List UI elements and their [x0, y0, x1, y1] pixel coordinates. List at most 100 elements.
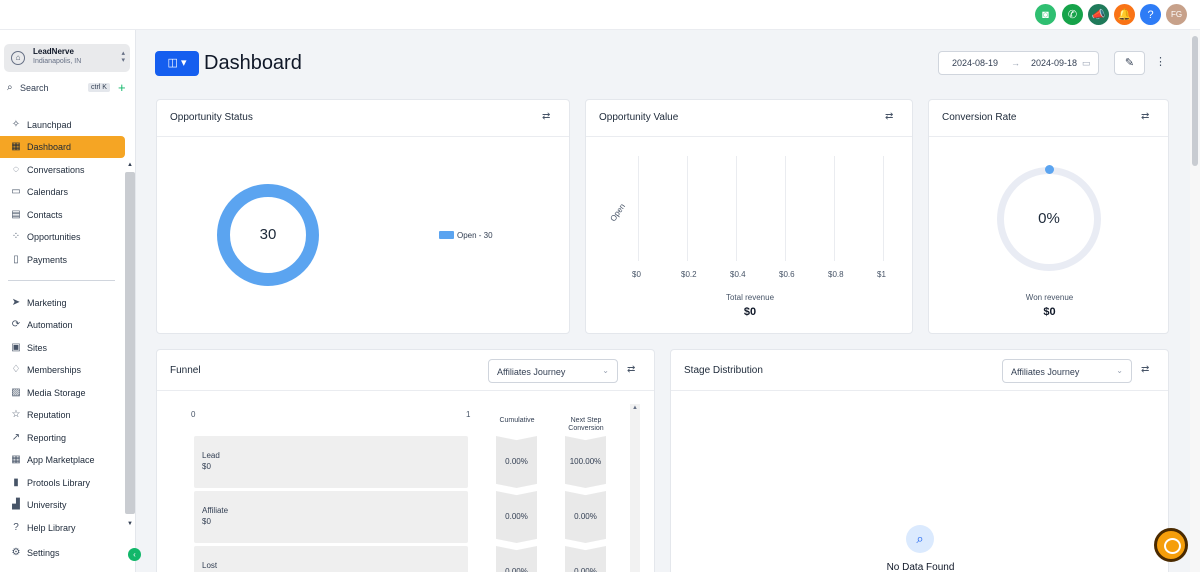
- sidebar-item-label: Contacts: [27, 210, 63, 220]
- column-next-step: Next Step Conversion: [568, 417, 604, 432]
- scroll-down-icon[interactable]: ▼: [127, 521, 133, 527]
- empty-state-text: No Data Found: [886, 562, 955, 572]
- rocket-icon: ✧: [11, 119, 21, 130]
- sidebar-item-help-library[interactable]: ? Help Library: [0, 517, 125, 539]
- sidebar-item-media-storage[interactable]: ▨ Media Storage: [0, 382, 125, 404]
- chevron-down-icon: ⌄: [602, 366, 609, 375]
- sidebar-item-label: Launchpad: [27, 120, 72, 130]
- sidebar-item-conversations[interactable]: ◌ Conversations: [0, 159, 125, 181]
- sidebar-item-protools-library[interactable]: ▮ Protools Library: [0, 472, 125, 494]
- footer-label: Won revenue: [1025, 293, 1074, 302]
- card-divider: [157, 390, 654, 391]
- gear-icon: ⚙: [11, 547, 21, 558]
- date-range-picker[interactable]: 2024-08-19 → 2024-09-18 ▭: [938, 51, 1099, 75]
- grid-icon: ▦: [11, 141, 21, 152]
- date-end: 2024-09-18: [1031, 58, 1078, 68]
- x-tick-label: $0.4: [730, 270, 746, 279]
- grid-line: [834, 156, 835, 261]
- sidebar-item-dashboard[interactable]: ▦ Dashboard: [0, 136, 125, 158]
- calendar-icon: ▭: [11, 186, 21, 197]
- sidebar-item-university[interactable]: ▟ University: [0, 494, 125, 516]
- quick-add-icon[interactable]: +: [118, 80, 126, 95]
- column-cumulative: Cumulative: [499, 417, 535, 424]
- more-options-icon[interactable]: ⋮: [1155, 55, 1166, 68]
- sidebar-item-app-marketplace[interactable]: ▦ App Marketplace: [0, 449, 125, 471]
- grid-line: [736, 156, 737, 261]
- stage-value: $0: [202, 462, 211, 471]
- sidebar-item-label: University: [27, 500, 67, 510]
- sidebar-item-label: Calendars: [27, 187, 69, 197]
- page-title: Dashboard: [204, 52, 302, 74]
- page-scrollbar[interactable]: [1190, 30, 1200, 572]
- scrollbar-thumb[interactable]: [1192, 36, 1198, 166]
- sidebar-item-label: Memberships: [27, 365, 82, 375]
- axis-min: 0: [191, 410, 196, 419]
- card-divider: [929, 136, 1168, 137]
- filter-icon[interactable]: ⇄: [1141, 111, 1149, 122]
- account-switcher[interactable]: ⌂ LeadNerve Indianapolis, IN ▴ ▾: [4, 44, 130, 72]
- sidebar-item-reputation[interactable]: ☆ Reputation: [0, 404, 125, 426]
- search-label: Search: [20, 83, 49, 93]
- filter-icon[interactable]: ⇄: [1141, 364, 1149, 375]
- membership-icon: ♢: [11, 364, 21, 375]
- sidebar-item-label: Dashboard: [27, 142, 72, 152]
- scroll-up-icon[interactable]: ▲: [632, 405, 638, 411]
- book-icon: ▮: [13, 477, 19, 488]
- sidebar-item-label: Reporting: [27, 433, 67, 443]
- calendar-icon: ▭: [1082, 58, 1091, 68]
- filter-icon[interactable]: ⇄: [885, 111, 893, 122]
- search-icon: ⌕: [7, 82, 13, 93]
- sidebar-item-label: App Marketplace: [27, 455, 95, 465]
- scroll-up-icon[interactable]: ▲: [127, 162, 133, 168]
- user-avatar[interactable]: FG: [1166, 4, 1187, 25]
- collapse-sidebar-icon[interactable]: ‹: [128, 548, 141, 561]
- dashboard-switcher-button[interactable]: ◫ ▾: [155, 51, 199, 76]
- sidebar-item-marketing[interactable]: ➤ Marketing: [0, 292, 125, 314]
- question-icon: ?: [13, 522, 19, 533]
- account-location: Indianapolis, IN: [33, 58, 82, 65]
- sidebar-search[interactable]: ⌕ Search ctrl K +: [4, 80, 130, 98]
- help-icon[interactable]: ?: [1140, 4, 1161, 25]
- sidebar-item-settings[interactable]: ⚙ Settings: [0, 542, 125, 564]
- edit-dashboard-button[interactable]: ✎: [1114, 51, 1145, 75]
- media-icon: ▨: [11, 387, 21, 398]
- bell-icon[interactable]: 🔔: [1114, 4, 1135, 25]
- sidebar-item-opportunities[interactable]: ⁘ Opportunities: [0, 226, 125, 248]
- sidebar-item-calendars[interactable]: ▭ Calendars: [0, 181, 125, 203]
- filter-icon[interactable]: ⇄: [542, 111, 550, 122]
- x-tick-label: $0.8: [828, 270, 844, 279]
- chevron-down-icon: ⌄: [1116, 366, 1123, 375]
- legend-label: Open - 30: [457, 231, 493, 240]
- sidebar-item-payments[interactable]: ▯ Payments: [0, 249, 125, 271]
- sidebar: ⌂ LeadNerve Indianapolis, IN ▴ ▾ ⌕ Search…: [0, 30, 141, 572]
- sidebar-item-sites[interactable]: ▣ Sites: [0, 337, 125, 359]
- sidebar-scrollbar[interactable]: [125, 172, 135, 514]
- next-step-cell: 0.00%: [565, 491, 606, 543]
- assistant-icon[interactable]: ◙: [1035, 4, 1056, 25]
- sidebar-item-label: Settings: [27, 548, 60, 558]
- chat-widget-button[interactable]: [1154, 528, 1188, 562]
- grid-line: [883, 156, 884, 261]
- sidebar-item-memberships[interactable]: ♢ Memberships: [0, 359, 125, 381]
- filter-icon[interactable]: ⇄: [627, 364, 635, 375]
- university-icon: ▟: [12, 499, 20, 510]
- funnel-pipeline-select[interactable]: Affiliates Journey ⌄: [488, 359, 618, 383]
- payments-icon: ▯: [13, 254, 19, 265]
- megaphone-icon[interactable]: 📣: [1088, 4, 1109, 25]
- phone-icon[interactable]: ✆: [1062, 4, 1083, 25]
- stage-pipeline-select[interactable]: Affiliates Journey ⌄: [1002, 359, 1132, 383]
- card-divider: [671, 390, 1168, 391]
- sidebar-item-contacts[interactable]: ▤ Contacts: [0, 204, 125, 226]
- footer-value: $0: [1043, 306, 1056, 318]
- next-step-cell: 100.00%: [565, 436, 606, 488]
- funnel-scrollbar[interactable]: [630, 404, 640, 572]
- date-start: 2024-08-19: [952, 58, 999, 68]
- x-tick-label: $0: [632, 270, 641, 279]
- sidebar-item-automation[interactable]: ⟳ Automation: [0, 314, 125, 336]
- card-title: Conversion Rate: [942, 112, 1017, 123]
- funnel-stage-bar: Affiliate $0: [194, 491, 468, 543]
- stage-value: $0: [202, 517, 211, 526]
- sidebar-item-launchpad[interactable]: ✧ Launchpad: [0, 114, 125, 136]
- automation-icon: ⟳: [11, 319, 21, 330]
- sidebar-item-reporting[interactable]: ↗ Reporting: [0, 427, 125, 449]
